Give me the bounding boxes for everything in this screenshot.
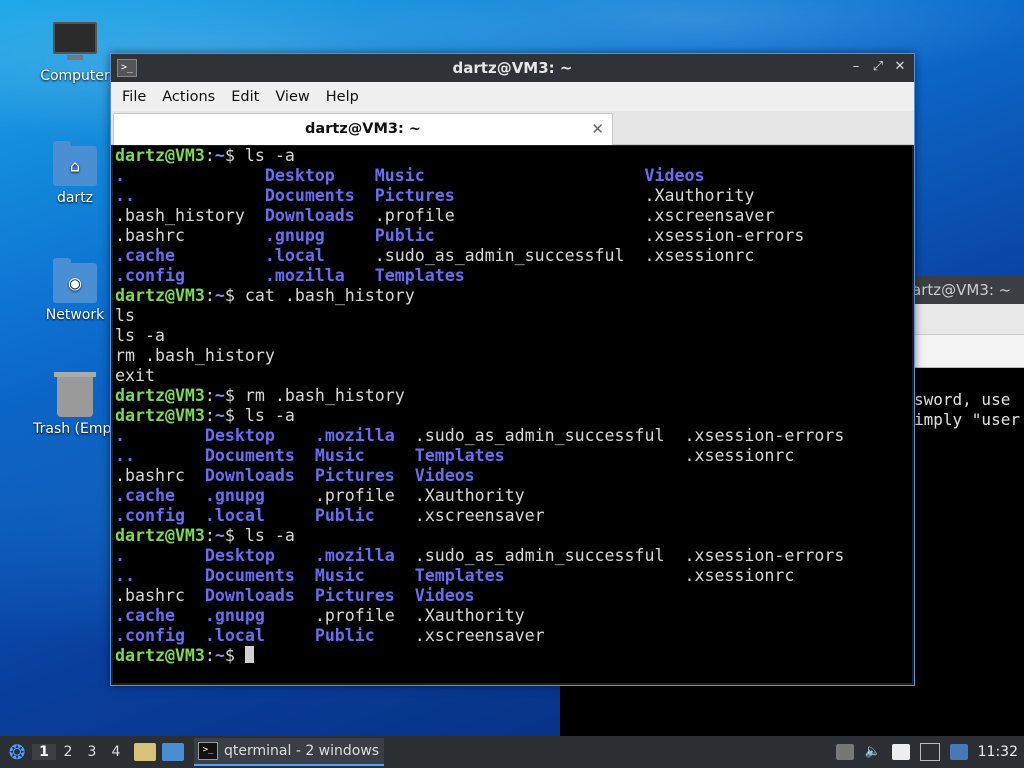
tab-terminal[interactable]: dartz@VM3: ~ ✕ xyxy=(113,113,613,145)
workspace-4[interactable]: 4 xyxy=(104,744,128,760)
clock[interactable]: 11:32 xyxy=(978,744,1018,760)
workspace-1[interactable]: 1 xyxy=(32,744,56,760)
terminal-window[interactable]: >_ dartz@VM3: ~ – ⤢ ✕ File Actions Edit … xyxy=(110,53,915,686)
system-tray: 🔈 11:32 xyxy=(835,743,1024,761)
home-folder-icon: ⌂ xyxy=(53,141,97,186)
terminal-cursor xyxy=(244,646,254,663)
title-bar[interactable]: >_ dartz@VM3: ~ – ⤢ ✕ xyxy=(111,54,914,82)
window-title: dartz@VM3: ~ xyxy=(452,59,573,77)
taskbar-task-qterminal[interactable]: >_ qterminal - 2 windows xyxy=(194,738,384,766)
close-button[interactable]: ✕ xyxy=(892,57,908,77)
tab-label: dartz@VM3: ~ xyxy=(305,121,421,137)
network-status-icon[interactable] xyxy=(919,743,940,761)
menu-edit[interactable]: Edit xyxy=(226,89,270,105)
trash-icon xyxy=(54,372,96,417)
clipboard-icon[interactable] xyxy=(891,744,910,760)
taskbar: ❂ 1 2 3 4 >_ qterminal - 2 windows 🔈 11:… xyxy=(0,736,1024,768)
update-notifier-icon[interactable] xyxy=(949,744,968,760)
workspace-3[interactable]: 3 xyxy=(80,744,104,760)
terminal-output[interactable]: dartz@VM3:~$ ls -a . Desktop Music Video… xyxy=(113,146,912,683)
menu-file[interactable]: File xyxy=(117,89,157,105)
notification-icon[interactable] xyxy=(835,744,854,760)
maximize-button[interactable]: ⤢ xyxy=(870,57,886,77)
menu-bar: File Actions Edit View Help xyxy=(111,82,914,111)
task-label: qterminal - 2 windows xyxy=(224,743,380,759)
computer-icon xyxy=(53,22,97,60)
start-menu-icon[interactable]: ❂ xyxy=(2,737,32,767)
minimize-button[interactable]: – xyxy=(848,57,864,77)
menu-help[interactable]: Help xyxy=(321,89,370,105)
network-folder-icon: ◉ xyxy=(53,258,97,303)
menu-view[interactable]: View xyxy=(270,89,320,105)
tab-bar: dartz@VM3: ~ ✕ xyxy=(111,111,914,145)
menu-actions[interactable]: Actions xyxy=(157,89,226,105)
file-manager-launcher-icon[interactable] xyxy=(134,743,156,761)
show-desktop-icon[interactable] xyxy=(162,743,184,761)
volume-icon[interactable]: 🔈 xyxy=(864,744,882,760)
terminal-task-icon: >_ xyxy=(198,742,218,760)
workspace-2[interactable]: 2 xyxy=(56,744,80,760)
terminal-text: dartz@VM3:~$ ls -a . Desktop Music Video… xyxy=(115,146,845,665)
tab-close-icon[interactable]: ✕ xyxy=(591,114,604,144)
